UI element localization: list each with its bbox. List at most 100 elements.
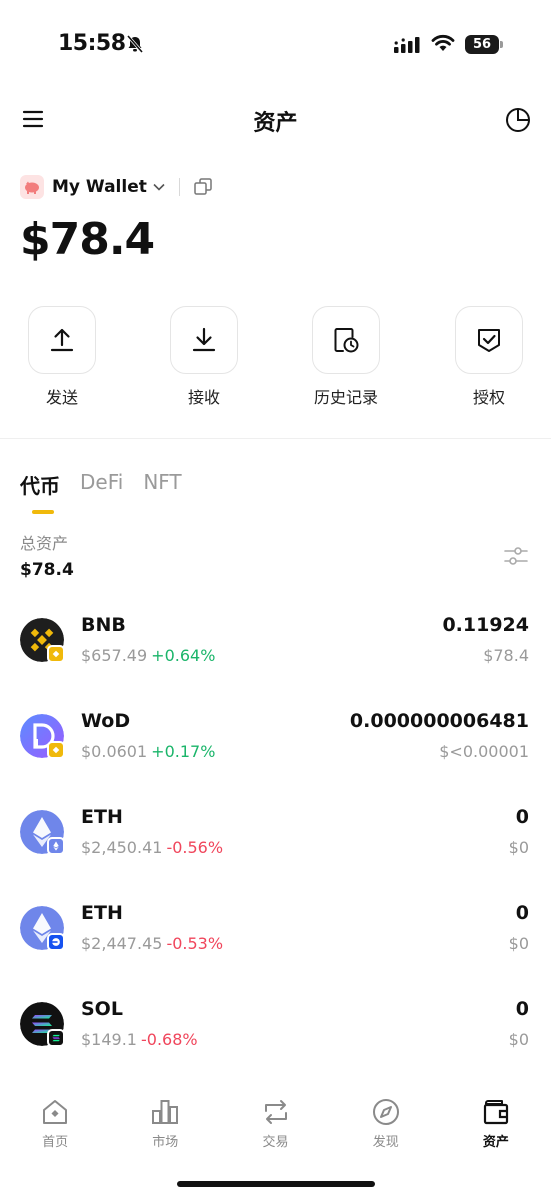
bnb-chain-badge-icon bbox=[47, 741, 65, 759]
base-chain-badge-icon bbox=[47, 933, 65, 951]
token-change: -0.68% bbox=[140, 1030, 198, 1049]
send-button-box[interactable] bbox=[28, 306, 96, 374]
token-change: -0.56% bbox=[166, 838, 224, 857]
wallet-avatar bbox=[20, 175, 44, 199]
nav-assets-label: 资产 bbox=[482, 1135, 509, 1150]
token-price: $2,447.45 bbox=[81, 934, 163, 953]
token-price-line: $0.0601 +0.17% bbox=[81, 742, 215, 761]
token-symbol: ETH bbox=[81, 902, 123, 924]
history-button[interactable]: 历史记录 bbox=[291, 306, 401, 408]
token-value: $78.4 bbox=[483, 646, 529, 665]
token-amount: 0 bbox=[515, 806, 529, 828]
token-amount: 0 bbox=[515, 902, 529, 924]
history-button-box[interactable] bbox=[312, 306, 380, 374]
battery-cap bbox=[500, 41, 503, 48]
receive-label: 接收 bbox=[187, 388, 220, 407]
divider bbox=[178, 178, 180, 196]
quick-actions: 发送 接收 历史记录 授权 bbox=[0, 306, 551, 416]
receive-button-box[interactable] bbox=[170, 306, 238, 374]
token-symbol: SOL bbox=[81, 998, 123, 1020]
page-title: 资产 bbox=[253, 111, 298, 136]
wallet-name: My Wallet bbox=[52, 177, 147, 197]
tab-nft[interactable]: NFT bbox=[143, 470, 181, 520]
token-symbol: ETH bbox=[81, 806, 123, 828]
tab-tokens-label: 代币 bbox=[20, 474, 60, 498]
nav-trade[interactable]: 交易 bbox=[220, 1088, 330, 1158]
upload-icon bbox=[50, 328, 74, 352]
nav-assets[interactable]: 资产 bbox=[441, 1088, 551, 1158]
nav-discover-label: 发现 bbox=[372, 1135, 399, 1150]
token-row-bnb[interactable]: BNB $657.49 +0.64% 0.11924 $78.4 bbox=[0, 600, 551, 696]
token-price-line: $657.49 +0.64% bbox=[81, 646, 215, 665]
nav-trade-label: 交易 bbox=[262, 1135, 289, 1150]
token-row-wod[interactable]: WoD $0.0601 +0.17% 0.000000006481 $<0.000… bbox=[0, 696, 551, 792]
tab-active-indicator bbox=[32, 510, 54, 514]
asset-tabs: 代币 DeFi NFT bbox=[20, 470, 202, 520]
copy-icon[interactable] bbox=[194, 178, 212, 196]
signal-icon bbox=[394, 37, 420, 53]
tab-defi-label: DeFi bbox=[80, 470, 124, 494]
pie-chart-icon[interactable] bbox=[505, 107, 531, 133]
history-icon bbox=[334, 328, 359, 353]
token-amount: 0.11924 bbox=[442, 614, 529, 636]
token-value: $0 bbox=[508, 1030, 529, 1049]
token-price: $149.1 bbox=[81, 1030, 137, 1049]
token-price: $0.0601 bbox=[81, 742, 148, 761]
token-price-line: $2,447.45 -0.53% bbox=[81, 934, 223, 953]
status-time: 15:58 bbox=[58, 31, 126, 56]
token-symbol: WoD bbox=[81, 710, 131, 732]
wallet-icon bbox=[483, 1100, 509, 1125]
history-label: 历史记录 bbox=[313, 388, 378, 407]
nav-home-label: 首页 bbox=[42, 1135, 69, 1150]
bell-muted-icon bbox=[126, 35, 144, 53]
token-row-eth[interactable]: ETH $2,447.45 -0.53% 0 $0 bbox=[0, 888, 551, 984]
receive-button[interactable]: 接收 bbox=[149, 306, 259, 408]
authorize-button[interactable]: 授权 bbox=[434, 306, 544, 408]
token-value: $0 bbox=[508, 838, 529, 857]
trade-icon bbox=[264, 1100, 287, 1124]
total-assets-value: $78.4 bbox=[20, 560, 74, 580]
token-price-line: $2,450.41 -0.56% bbox=[81, 838, 223, 857]
chevron-down-icon bbox=[153, 183, 165, 191]
token-price-line: $149.1 -0.68% bbox=[81, 1030, 198, 1049]
download-icon bbox=[192, 327, 216, 352]
compass-icon bbox=[372, 1099, 399, 1125]
home-icon bbox=[43, 1100, 68, 1124]
token-change: +0.64% bbox=[151, 646, 216, 665]
nav-market-label: 市场 bbox=[152, 1135, 179, 1150]
token-row-sol[interactable]: SOL $149.1 -0.68% 0 $0 bbox=[0, 984, 551, 1080]
total-assets-label: 总资产 bbox=[20, 534, 69, 553]
nav-market[interactable]: 市场 bbox=[110, 1088, 220, 1158]
send-label: 发送 bbox=[45, 388, 78, 407]
tab-nft-label: NFT bbox=[143, 470, 182, 494]
market-icon bbox=[152, 1100, 179, 1124]
bnb-chain-badge-icon bbox=[47, 645, 65, 663]
token-price: $2,450.41 bbox=[81, 838, 163, 857]
token-row-eth[interactable]: ETH $2,450.41 -0.56% 0 $0 bbox=[0, 792, 551, 888]
token-value: $0 bbox=[508, 934, 529, 953]
status-bar: 15:58 56 bbox=[0, 0, 551, 90]
token-amount: 0 bbox=[515, 998, 529, 1020]
token-list: BNB $657.49 +0.64% 0.11924 $78.4 WoD $0.0… bbox=[0, 600, 551, 1080]
token-symbol: BNB bbox=[81, 614, 126, 636]
tab-tokens[interactable]: 代币 bbox=[20, 470, 60, 520]
nav-discover[interactable]: 发现 bbox=[331, 1088, 441, 1158]
tab-defi[interactable]: DeFi bbox=[80, 470, 123, 520]
nav-home[interactable]: 首页 bbox=[0, 1088, 110, 1158]
filter-settings-icon[interactable] bbox=[503, 544, 529, 568]
token-price: $657.49 bbox=[81, 646, 148, 665]
eth-chain-badge-icon bbox=[47, 837, 65, 855]
wifi-icon bbox=[431, 34, 455, 51]
token-value: $<0.00001 bbox=[439, 742, 529, 761]
piggy-bank-icon bbox=[25, 181, 39, 194]
header: 资产 bbox=[0, 95, 551, 145]
bottom-nav: 首页 市场 交易 发现 资产 bbox=[0, 1088, 551, 1158]
authorize-icon bbox=[478, 329, 500, 352]
sol-chain-badge-icon bbox=[47, 1029, 65, 1047]
send-button[interactable]: 发送 bbox=[7, 306, 117, 408]
section-divider bbox=[0, 438, 551, 439]
wallet-selector[interactable]: My Wallet bbox=[20, 172, 212, 202]
home-indicator bbox=[177, 1181, 375, 1187]
authorize-button-box[interactable] bbox=[455, 306, 523, 374]
battery-level: 56 bbox=[465, 35, 499, 54]
